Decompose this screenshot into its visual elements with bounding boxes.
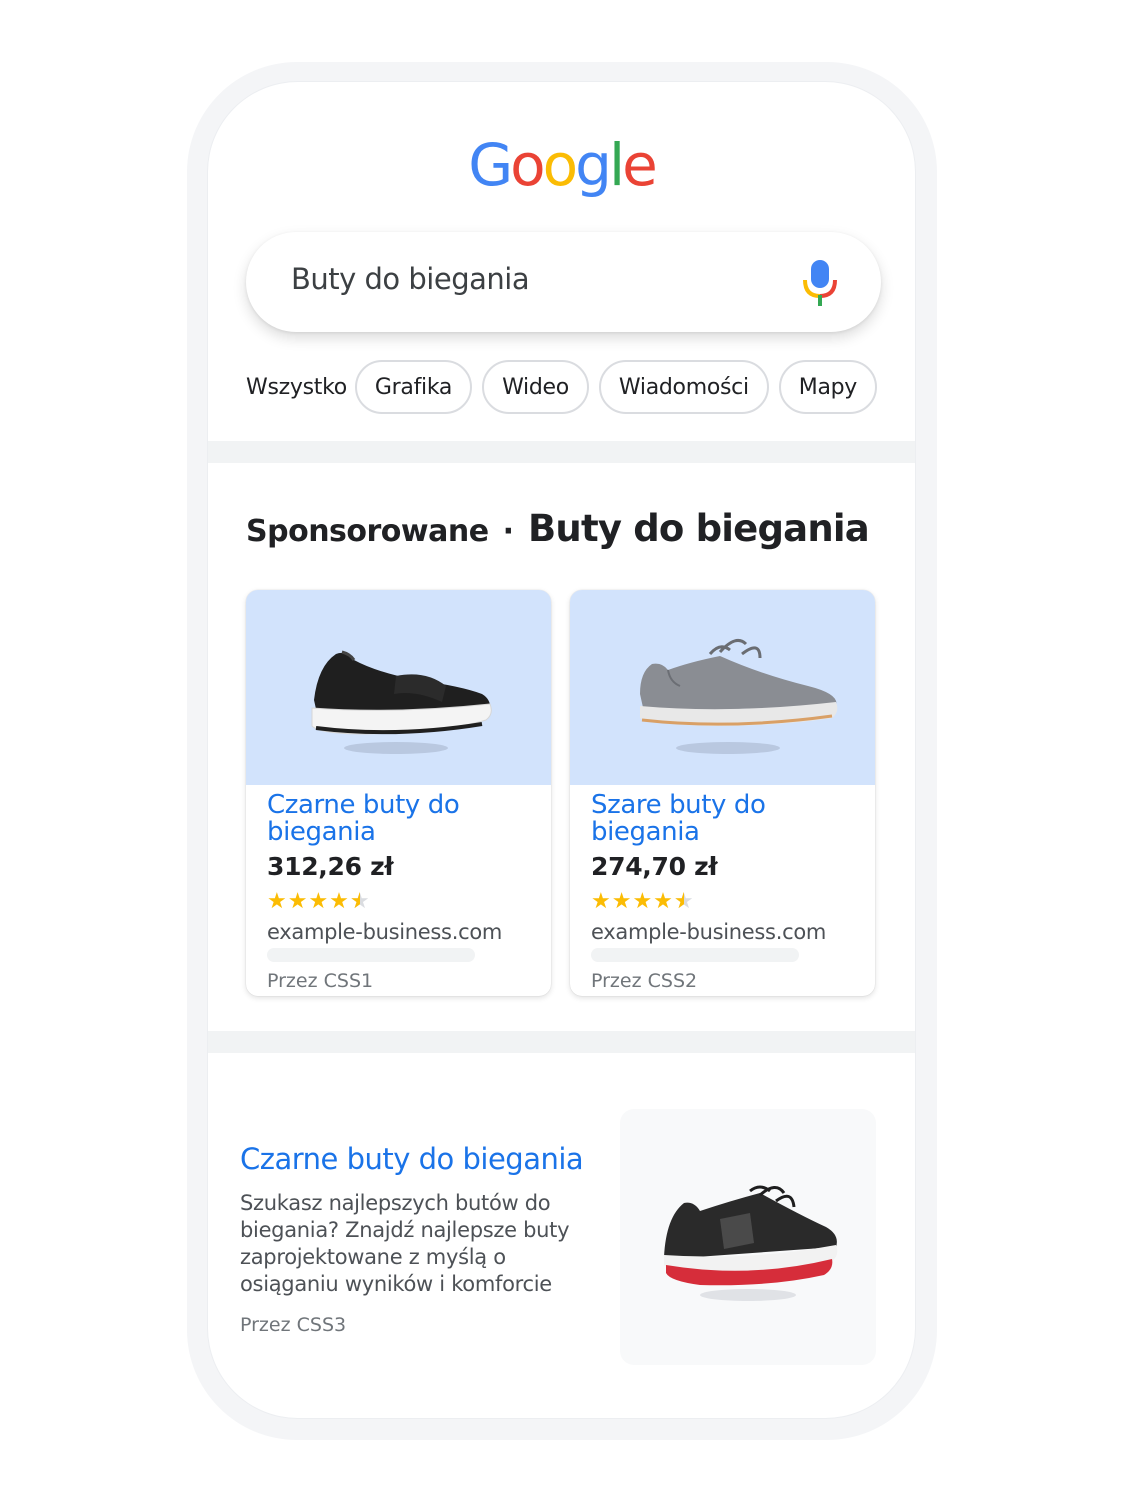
sponsored-header: Sponsorowane · Buty do biegania: [246, 507, 870, 550]
phone-screen: Google Buty do biegania Wszystko Grafika…: [208, 82, 915, 1418]
product-price: 274,70 zł: [591, 852, 718, 881]
filter-chip-video[interactable]: Wideo: [482, 360, 589, 414]
logo-letter: l: [608, 131, 625, 199]
search-box[interactable]: Buty do biegania: [246, 232, 881, 332]
filter-chip-maps[interactable]: Mapy: [778, 360, 878, 414]
product-card[interactable]: Szare buty do biegania 274,70 zł ★★★★★ e…: [570, 590, 875, 996]
search-filters: Wszystko Grafika Wideo Wiadomości Mapy: [246, 360, 887, 414]
section-divider: [208, 1031, 915, 1053]
rating-stars: ★★★★★: [267, 888, 371, 914]
product-domain: example-business.com: [591, 920, 827, 944]
filter-chip-news[interactable]: Wiadomości: [598, 360, 769, 414]
product-by: Przez CSS1: [267, 970, 374, 992]
filter-all[interactable]: Wszystko: [246, 375, 347, 400]
logo-letter: g: [575, 131, 612, 199]
product-price: 312,26 zł: [267, 852, 394, 881]
placeholder-bar: [267, 948, 475, 962]
logo-letter: o: [542, 131, 578, 199]
placeholder-bar: [591, 948, 799, 962]
microphone-icon[interactable]: [802, 258, 838, 308]
product-title[interactable]: Szare buty do biegania: [591, 792, 861, 846]
product-domain: example-business.com: [267, 920, 503, 944]
logo-letter: G: [468, 131, 513, 199]
filter-chip-images[interactable]: Grafika: [354, 360, 473, 414]
organic-result-description: Szukasz najlepszych butów do biegania? Z…: [240, 1191, 570, 1296]
organic-result-by: Przez CSS3: [240, 1314, 347, 1336]
logo-letter: e: [622, 131, 658, 199]
black-running-shoe-icon: [311, 650, 492, 754]
product-title[interactable]: Czarne buty do biegania: [267, 792, 537, 846]
sponsored-label: Sponsorowane: [246, 514, 489, 549]
black-red-running-shoe-icon: [664, 1185, 838, 1301]
product-image[interactable]: [246, 590, 551, 785]
search-input[interactable]: Buty do biegania: [291, 262, 530, 296]
google-logo: Google: [208, 130, 915, 200]
rating-stars: ★★★★★: [591, 888, 695, 914]
sponsored-query: Buty do biegania: [528, 507, 870, 550]
organic-result-image[interactable]: [620, 1109, 876, 1365]
product-card[interactable]: Czarne buty do biegania 312,26 zł ★★★★★ …: [246, 590, 551, 996]
gray-running-shoe-icon: [640, 638, 838, 754]
section-divider: [208, 441, 915, 463]
organic-result-title[interactable]: Czarne buty do biegania: [240, 1142, 584, 1176]
product-by: Przez CSS2: [591, 970, 698, 992]
logo-letter: o: [510, 131, 545, 199]
product-image[interactable]: [570, 590, 875, 785]
separator-dot: ·: [502, 514, 514, 549]
